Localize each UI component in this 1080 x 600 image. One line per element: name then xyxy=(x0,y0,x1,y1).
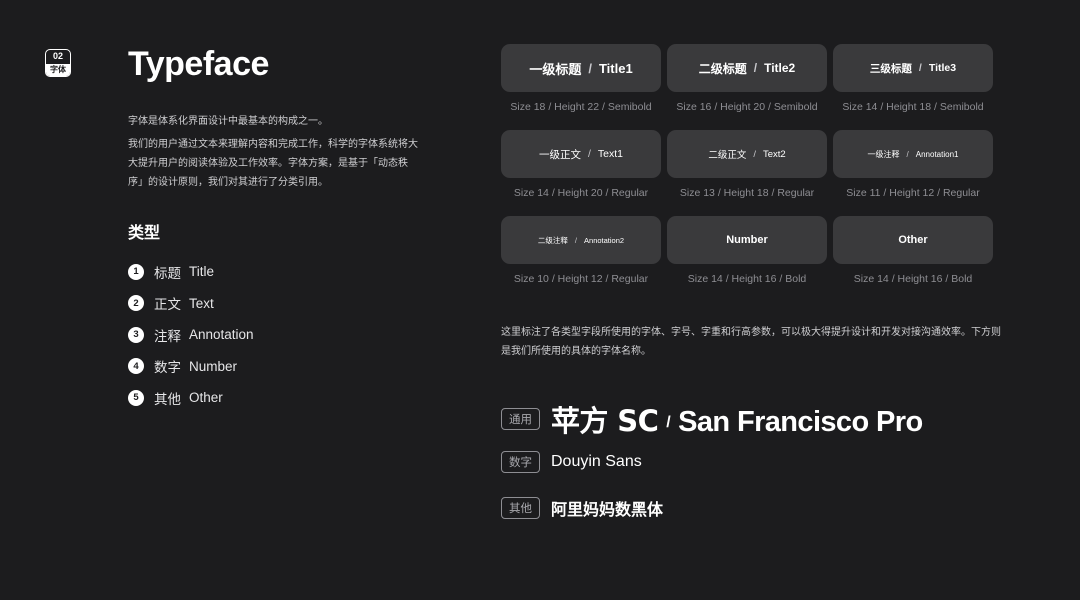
font-name-en: San Francisco Pro xyxy=(678,406,923,438)
style-name-zh: 二级正文 xyxy=(708,150,747,161)
type-label-zh: 其他 xyxy=(154,391,181,408)
style-card-other: Other Size 14 / Height 16 / Bold xyxy=(833,216,993,286)
type-label-en: Number xyxy=(189,358,238,374)
style-card-annotation1: 一级注释 / Annotation1 Size 11 / Height 12 / R… xyxy=(833,130,993,200)
style-name-en: Other xyxy=(898,234,928,246)
style-card-text2: 二级正文 / Text2 Size 13 / Height 18 / Regular xyxy=(667,130,827,200)
style-name-en: Text1 xyxy=(597,148,624,160)
style-separator: / xyxy=(753,61,758,75)
style-spec: Size 14 / Height 16 / Bold xyxy=(687,273,807,285)
style-sample-text1: 一级正文 / Text1 xyxy=(501,130,661,178)
style-sample-title3: 三级标题 / Title3 xyxy=(833,44,993,92)
font-tag: 其他 xyxy=(501,497,540,519)
style-spec: Size 11 / Height 12 / Regular xyxy=(846,187,980,199)
style-spec: Size 14 / Height 20 / Regular xyxy=(513,187,649,199)
type-style-grid: 一级标题 / Title1 Size 18 / Height 22 / Semibo… xyxy=(501,44,993,286)
type-item-number: 4 数字 Number xyxy=(128,351,254,383)
number-circle-icon: 1 xyxy=(128,263,144,280)
type-item-other: 5 其他 Other xyxy=(128,382,254,414)
style-separator: / xyxy=(574,235,578,245)
number-circle-icon: 4 xyxy=(128,358,144,375)
types-heading: 类型 xyxy=(128,223,161,242)
style-sample-title2: 二级标题 / Title2 xyxy=(667,44,827,92)
font-row-general: 通用 苹方 SC / San Francisco Pro xyxy=(501,398,923,440)
type-label-zh: 标题 xyxy=(154,265,181,282)
style-spec: Size 16 / Height 20 / Semibold xyxy=(676,101,818,113)
style-separator: / xyxy=(906,149,909,159)
style-sample-title1: 一级标题 / Title1 xyxy=(501,44,661,92)
type-item-annotation: 3 注释 Annotation xyxy=(128,319,254,351)
style-name-zh: 一级注释 xyxy=(867,149,900,159)
style-sample-annotation2: 二级注释 / Annotation2 xyxy=(501,216,661,264)
style-name-en: Number xyxy=(726,234,768,246)
style-sample-annotation1: 一级注释 / Annotation1 xyxy=(833,130,993,178)
style-name-zh: 二级注释 xyxy=(537,235,568,245)
style-name-en: Title2 xyxy=(764,61,796,75)
style-name-en: Text2 xyxy=(762,148,786,160)
font-name: 苹方 SC / San Francisco Pro xyxy=(551,398,923,440)
type-label-en: Title xyxy=(189,264,215,280)
font-separator: / xyxy=(666,414,671,432)
style-name-en: Title1 xyxy=(598,60,633,76)
section-number: 02 xyxy=(52,51,63,61)
style-sample-text2: 二级正文 / Text2 xyxy=(667,130,827,178)
font-name-zh: 苹方 SC xyxy=(551,404,659,438)
style-card-text1: 一级正文 / Text1 Size 14 / Height 20 / Regular xyxy=(501,130,661,200)
style-spec: Size 13 / Height 18 / Regular xyxy=(679,187,815,199)
font-tag: 通用 xyxy=(501,408,540,430)
style-card-title2: 二级标题 / Title2 Size 16 / Height 20 / Semibo… xyxy=(667,44,827,114)
style-separator: / xyxy=(753,148,756,160)
style-name-en: Title3 xyxy=(928,62,957,74)
intro-paragraph-1: 字体是体系化界面设计中最基本的构成之一。 xyxy=(128,116,328,127)
style-name-en: Annotation1 xyxy=(915,149,959,159)
style-name-en: Annotation2 xyxy=(584,235,625,245)
type-label-zh: 正文 xyxy=(154,297,181,314)
style-spec: Size 14 / Height 16 / Bold xyxy=(853,273,973,285)
type-label-zh: 注释 xyxy=(154,328,181,345)
style-sample-other: Other xyxy=(833,216,993,264)
types-list: 1 标题 Title 2 正文 Text 3 注释 Annotation 4 数字 Number… xyxy=(128,256,254,414)
style-name-zh: 一级正文 xyxy=(538,148,581,161)
font-name: Douyin Sans xyxy=(551,453,642,470)
style-spec: Size 18 / Height 22 / Semibold xyxy=(510,101,652,113)
type-label-en: Annotation xyxy=(189,327,254,343)
type-label-en: Text xyxy=(189,295,214,311)
style-card-number: Number Size 14 / Height 16 / Bold xyxy=(667,216,827,286)
style-card-title1: 一级标题 / Title1 Size 18 / Height 22 / Semibo… xyxy=(501,44,661,114)
style-spec: Size 10 / Height 12 / Regular xyxy=(513,273,649,285)
page-title: Typeface xyxy=(128,45,269,83)
style-separator: / xyxy=(918,62,922,74)
section-badge: 02 字体 xyxy=(45,49,71,77)
style-separator: / xyxy=(588,60,592,76)
number-circle-icon: 5 xyxy=(128,389,144,406)
style-card-annotation2: 二级注释 / Annotation2 Size 10 / Height 12 / R… xyxy=(501,216,661,286)
style-spec: Size 14 / Height 18 / Semibold xyxy=(842,101,984,113)
font-row-number: 数字 Douyin Sans xyxy=(501,451,642,473)
style-name-zh: 二级标题 xyxy=(698,61,747,76)
number-circle-icon: 3 xyxy=(128,326,144,343)
section-label: 字体 xyxy=(46,64,70,76)
usage-note: 这里标注了各类型字段所使用的字体、字号、字重和行高参数，可以极大得提升设计和开发… xyxy=(501,327,1001,357)
intro-paragraph-2: 我们的用户通过文本来理解内容和完成工作，科学的字体系统将大大提升用户的阅读体验及… xyxy=(128,139,418,188)
font-tag: 数字 xyxy=(501,451,540,473)
number-circle-icon: 2 xyxy=(128,295,144,312)
style-card-title3: 三级标题 / Title3 Size 14 / Height 18 / Semibo… xyxy=(833,44,993,114)
type-label-zh: 数字 xyxy=(154,360,181,377)
style-sample-number: Number xyxy=(667,216,827,264)
type-label-en: Other xyxy=(189,390,223,406)
style-name-zh: 三级标题 xyxy=(869,62,912,75)
style-separator: / xyxy=(587,148,591,160)
type-item-text: 2 正文 Text xyxy=(128,288,254,320)
type-item-title: 1 标题 Title xyxy=(128,256,254,288)
style-name-zh: 一级标题 xyxy=(529,62,582,78)
font-name: 阿里妈妈数黑体 xyxy=(551,500,664,519)
intro-text: 字体是体系化界面设计中最基本的构成之一。 我们的用户通过文本来理解内容和完成工作… xyxy=(128,112,418,196)
font-row-other: 其他 阿里妈妈数黑体 xyxy=(501,496,663,520)
